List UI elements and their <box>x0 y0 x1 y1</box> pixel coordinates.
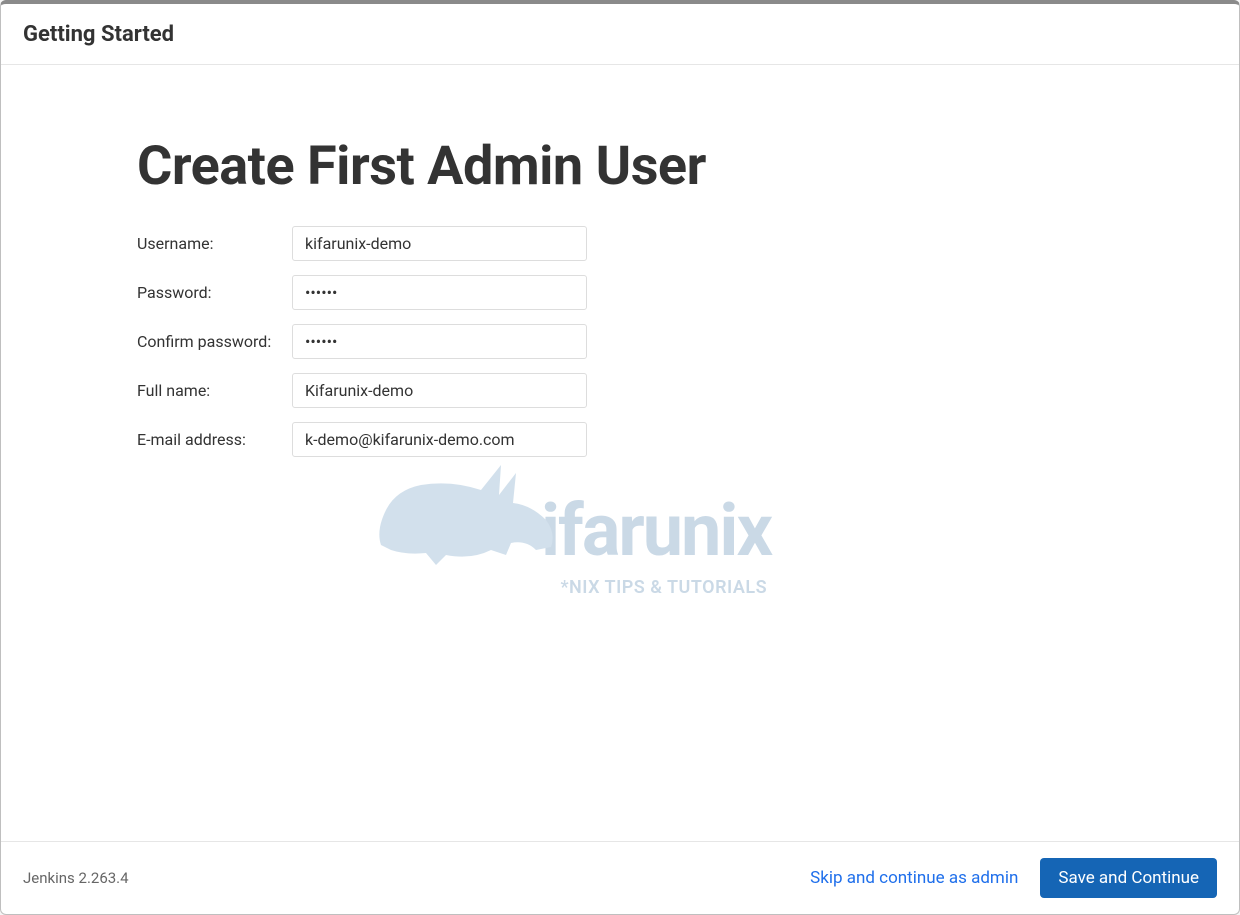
watermark-tagline: *NIX TIPS & TUTORIALS <box>371 577 767 598</box>
form-row-email: E-mail address: <box>137 422 1239 457</box>
watermark: ifarunix *NIX TIPS & TUTORIALS <box>371 455 771 598</box>
header-title: Getting Started <box>23 22 1217 47</box>
save-continue-button[interactable]: Save and Continue <box>1040 858 1217 898</box>
watermark-brand-text: ifarunix <box>541 495 771 567</box>
form-row-password: Password: <box>137 275 1239 310</box>
form-row-confirm-password: Confirm password: <box>137 324 1239 359</box>
email-label: E-mail address: <box>137 430 292 449</box>
rhino-icon <box>371 455 561 575</box>
page-title: Create First Admin User <box>137 135 1239 198</box>
version-text: Jenkins 2.263.4 <box>23 869 129 887</box>
footer: Jenkins 2.263.4 Skip and continue as adm… <box>1 841 1239 914</box>
username-label: Username: <box>137 234 292 253</box>
watermark-logo: ifarunix <box>371 455 771 575</box>
setup-wizard-window: Getting Started Create First Admin User … <box>0 0 1240 915</box>
email-input[interactable] <box>292 422 587 457</box>
username-input[interactable] <box>292 226 587 261</box>
confirm-password-label: Confirm password: <box>137 332 292 351</box>
password-input[interactable] <box>292 275 587 310</box>
content-area: Create First Admin User Username: Passwo… <box>1 65 1239 841</box>
header: Getting Started <box>1 4 1239 65</box>
confirm-password-input[interactable] <box>292 324 587 359</box>
form-row-username: Username: <box>137 226 1239 261</box>
footer-actions: Skip and continue as admin Save and Cont… <box>810 858 1217 898</box>
form-row-fullname: Full name: <box>137 373 1239 408</box>
fullname-input[interactable] <box>292 373 587 408</box>
password-label: Password: <box>137 283 292 302</box>
fullname-label: Full name: <box>137 381 292 400</box>
skip-button[interactable]: Skip and continue as admin <box>810 868 1018 888</box>
